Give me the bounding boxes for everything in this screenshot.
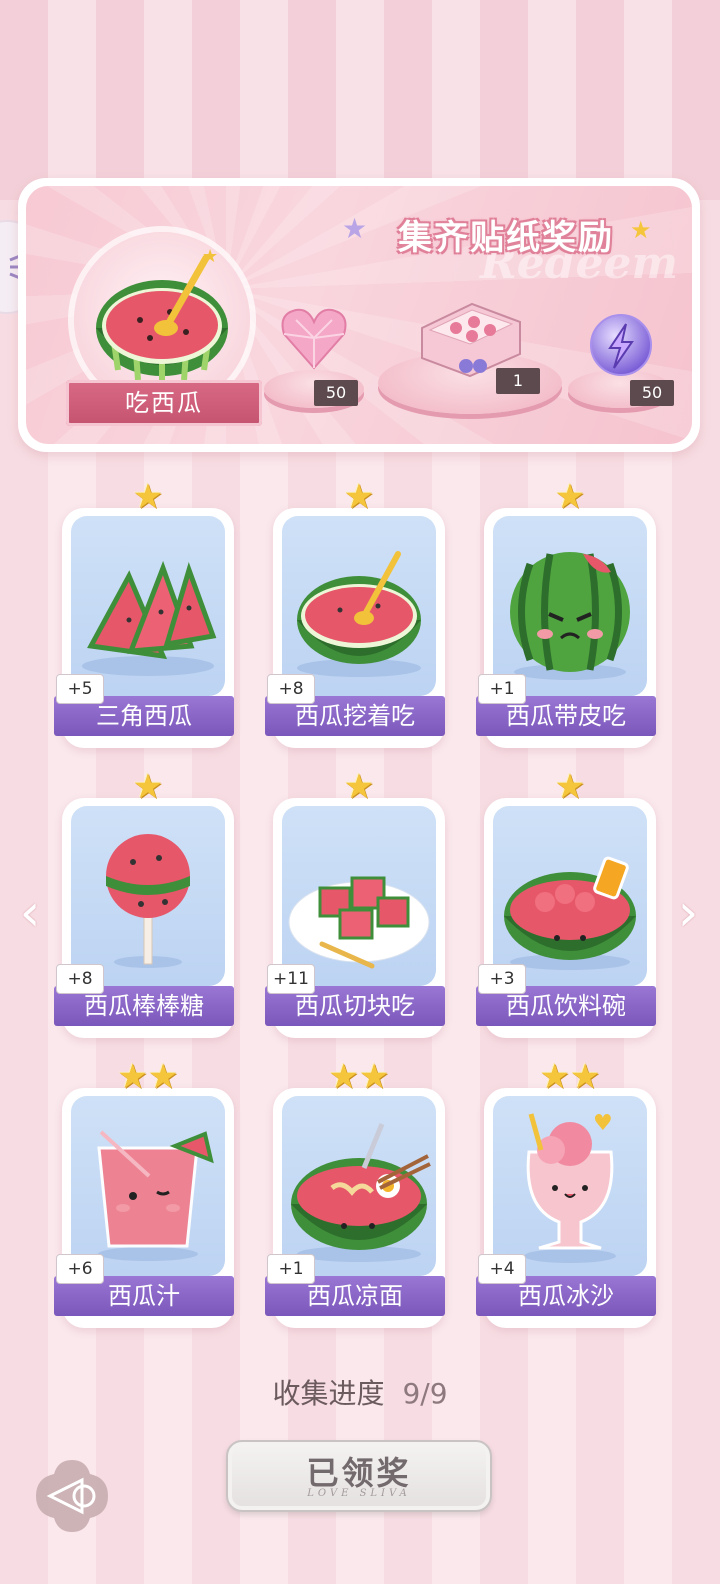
progress-value: 9/9 [402, 1377, 448, 1410]
svg-text:♥: ♥ [593, 1111, 613, 1136]
lightning-orb-icon[interactable] [586, 310, 656, 380]
back-button[interactable] [32, 1456, 112, 1536]
svg-text:★: ★ [202, 246, 218, 267]
sticker-art: ♥ [493, 1096, 647, 1276]
reward-panel-inner: Redeem ★ ★ 集齐贴纸奖励 ★ 吃西瓜 50 1 50 [26, 186, 692, 444]
claimed-button-subtext: LOVE SLIVA [307, 1488, 411, 1499]
star-rating: ★ [484, 770, 656, 804]
sticker-card[interactable]: ★★ 西瓜凉面 +1 [265, 1060, 445, 1328]
watermelon-juice-icon [97, 1130, 214, 1261]
pink-heart-gem-icon[interactable] [278, 298, 350, 378]
star-rating: ★ [62, 770, 234, 804]
panel-title: 集齐贴纸奖励 [398, 218, 614, 258]
star-icon: ★ [328, 1057, 359, 1097]
sticker-count: +5 [56, 674, 104, 704]
sticker-card[interactable]: ★ 西瓜挖着吃 +8 [265, 480, 445, 748]
sticker-card[interactable]: ★★ 西瓜汁 +6 [54, 1060, 234, 1328]
sticker-art [71, 516, 225, 696]
sticker-count: +4 [478, 1254, 526, 1284]
sticker-count: +1 [267, 1254, 315, 1284]
sticker-count: +6 [56, 1254, 104, 1284]
star-icon: ★ [359, 1057, 390, 1097]
star-icon: ★ [343, 477, 375, 517]
decor-star-icon: ★ [630, 216, 652, 244]
watermelon-slices-icon [82, 560, 217, 676]
star-icon: ★ [132, 477, 164, 517]
star-icon: ★ [117, 1057, 148, 1097]
background-stripes [0, 0, 720, 200]
reward-count: 50 [630, 380, 674, 406]
progress-label: 收集进度 [272, 1377, 385, 1410]
reward-count: 1 [496, 368, 540, 394]
back-arrow-icon [36, 1460, 108, 1532]
sticker-card[interactable]: ★ 西瓜带皮吃 +1 [476, 480, 656, 748]
sticker-count: +3 [478, 964, 526, 994]
watermelon-drink-bowl-icon [504, 856, 636, 970]
sticker-count: +1 [478, 674, 526, 704]
sticker-card[interactable]: ★ 西瓜切块吃 +11 [265, 770, 445, 1038]
star-rating: ★ [62, 480, 234, 514]
watermelon-noodles-icon [291, 1123, 431, 1262]
star-rating: ★★ [484, 1060, 656, 1094]
sticker-card[interactable]: ★ 三角西瓜 +5 [54, 480, 234, 748]
star-icon: ★ [554, 477, 586, 517]
sticker-art [282, 806, 436, 986]
star-icon: ★ [343, 767, 375, 807]
claimed-button[interactable]: 已领奖 LOVE SLIVA [226, 1440, 492, 1512]
sticker-count: +11 [267, 964, 315, 994]
star-rating: ★★ [62, 1060, 234, 1094]
sticker-card[interactable]: ★★ ♥ 西瓜冰沙 +4 [476, 1060, 656, 1328]
star-rating: ★★ [273, 1060, 445, 1094]
sticker-art [493, 806, 647, 986]
badge-ribbon: 吃西瓜 [66, 380, 262, 426]
star-icon: ★ [570, 1057, 601, 1097]
star-rating: ★ [484, 480, 656, 514]
collection-progress: 收集进度 9/9 [0, 1372, 720, 1412]
reward-count: 50 [314, 380, 358, 406]
star-icon: ★ [554, 767, 586, 807]
sticker-card[interactable]: ★ 西瓜棒棒糖 +8 [54, 770, 234, 1038]
sticker-art [282, 1096, 436, 1276]
sticker-art [282, 516, 436, 696]
star-icon: ★ [148, 1057, 179, 1097]
star-rating: ★ [273, 480, 445, 514]
sticker-count: +8 [267, 674, 315, 704]
watermelon-half-spoon-icon [297, 551, 421, 677]
star-icon: ★ [132, 767, 164, 807]
sticker-count: +8 [56, 964, 104, 994]
sticker-art [493, 516, 647, 696]
sticker-art [71, 1096, 225, 1276]
angry-watermelon-icon [510, 552, 630, 680]
watermelon-smoothie-icon: ♥ [524, 1111, 616, 1263]
star-rating: ★ [273, 770, 445, 804]
star-icon: ★ [539, 1057, 570, 1097]
next-page-arrow[interactable]: › [668, 887, 708, 939]
sticker-art [71, 806, 225, 986]
reward-panel: Redeem ★ ★ 集齐贴纸奖励 ★ 吃西瓜 50 1 50 [18, 178, 700, 452]
watermelon-lollipop-icon [106, 834, 190, 968]
decor-star-icon: ★ [342, 212, 368, 245]
watermelon-cubes-plate-icon [288, 876, 430, 969]
sticker-card[interactable]: ★ 西瓜饮料碗 +3 [476, 770, 656, 1038]
prev-page-arrow[interactable]: ‹ [10, 887, 50, 939]
